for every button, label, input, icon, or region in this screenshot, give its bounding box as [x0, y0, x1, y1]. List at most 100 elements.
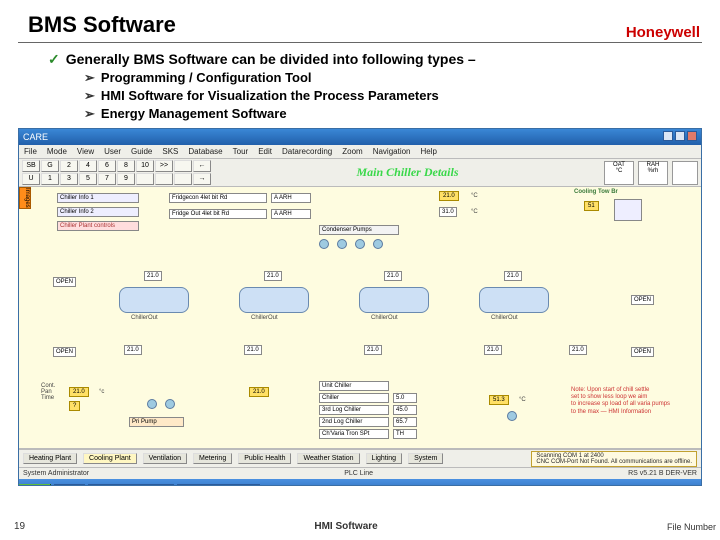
bullet-sub: ➢HMI Software for Visualization the Proc… — [48, 88, 720, 104]
menu-item[interactable]: Guide — [131, 147, 152, 156]
taskbar-item[interactable]: EBI WATS 9.0 - Conf... — [177, 484, 260, 487]
pri-pump-button[interactable]: Pri Pump — [129, 417, 184, 427]
ctrl-unit: °c — [99, 389, 104, 395]
nav-cell[interactable] — [174, 160, 192, 172]
nav-cell[interactable]: 10 — [136, 160, 154, 172]
window-titlebar: CARE — [19, 129, 701, 145]
page-number: 19 — [0, 521, 25, 532]
menu-item[interactable]: User — [104, 147, 121, 156]
temp-value: 21.0 — [264, 271, 282, 281]
windows-taskbar: start SETH Training_Module Of S... EBI W… — [19, 479, 701, 486]
start-button[interactable]: start — [19, 484, 51, 487]
mid-row: Ch'Varia Tron SPt — [319, 429, 389, 439]
menu-item[interactable]: Help — [421, 147, 437, 156]
nav-cell[interactable] — [155, 173, 173, 185]
chiller-info-2-button[interactable]: Chiller Info 2 — [57, 207, 139, 217]
bottom-tab[interactable]: Cooling Plant — [83, 453, 137, 464]
bottom-tab[interactable]: System — [408, 453, 443, 464]
brand-logo: Honeywell — [626, 24, 700, 41]
menu-item[interactable]: Zoom — [342, 147, 362, 156]
nav-cell[interactable]: 6 — [98, 160, 116, 172]
mid-row: 3rd Log Chiller — [319, 405, 389, 415]
menu-item[interactable]: Datarecording — [282, 147, 332, 156]
mid-header: Unit Chiller — [319, 381, 389, 391]
status-mid: PLC Line — [344, 470, 373, 477]
nav-cell[interactable]: 1 — [41, 173, 59, 185]
chiller-tank — [479, 287, 549, 313]
tank-label: ChillerOut — [131, 315, 158, 321]
arrow-icon: ➢ — [84, 106, 95, 121]
mid-val: 5.0 — [393, 393, 417, 403]
menu-item[interactable]: Mode — [47, 147, 67, 156]
oat-value: 21.0 — [439, 191, 459, 201]
gauge-oat: OAT°C — [604, 161, 634, 185]
nav-cell[interactable]: 3 — [60, 173, 78, 185]
open-label: OPEN — [53, 347, 76, 357]
mid-val: TH — [393, 429, 417, 439]
bottom-tab[interactable]: Lighting — [366, 453, 403, 464]
fridge-row: Fridgecon 4let bit Rd — [169, 193, 267, 203]
nav-cell[interactable]: SB — [22, 160, 40, 172]
nav-cell[interactable] — [174, 173, 192, 185]
temp-value: 21.0 — [244, 345, 262, 355]
images-side-tab[interactable]: Images — [19, 187, 31, 209]
nav-cell[interactable]: 2 — [60, 160, 78, 172]
system-tray[interactable]: 1:53 PM — [663, 485, 701, 487]
bullet-sub-text: HMI Software for Visualization the Proce… — [101, 88, 439, 103]
chiller-info-1-button[interactable]: Chiller Info 1 — [57, 193, 139, 203]
cooling-tower-value: 51 — [584, 201, 599, 211]
bullet-block: ✓Generally BMS Software can be divided i… — [0, 43, 720, 128]
pump-icon — [319, 239, 329, 249]
bottom-tab[interactable]: Public Health — [238, 453, 291, 464]
condenser-pumps-label: Condenser Pumps — [319, 225, 399, 235]
file-number-label: File Number — [667, 522, 720, 532]
menu-item[interactable]: Navigation — [373, 147, 411, 156]
nav-cell[interactable]: 4 — [79, 160, 97, 172]
nav-grid[interactable]: SBG246810>> ← U13579 → — [22, 160, 211, 185]
temp-value: 21.0 — [484, 345, 502, 355]
bottom-tab[interactable]: Metering — [193, 453, 232, 464]
open-label: OPEN — [631, 347, 654, 357]
bottom-tab[interactable]: Ventilation — [143, 453, 187, 464]
nav-cell[interactable]: U — [22, 173, 40, 185]
status-bar: System Administrator PLC Line RS v5.21 B… — [19, 467, 701, 479]
menu-item[interactable]: Database — [188, 147, 222, 156]
nav-cell[interactable] — [136, 173, 154, 185]
check-icon: ✓ — [48, 51, 60, 67]
nav-cell[interactable]: 5 — [79, 173, 97, 185]
menu-item[interactable]: View — [77, 147, 94, 156]
nav-cell[interactable]: 7 — [98, 173, 116, 185]
menu-item[interactable]: SKS — [162, 147, 178, 156]
temp-value: 21.0 — [384, 271, 402, 281]
nav-cell[interactable]: 9 — [117, 173, 135, 185]
menu-item[interactable]: File — [24, 147, 37, 156]
aux-icon[interactable] — [672, 161, 698, 185]
nav-cell[interactable]: >> — [155, 160, 173, 172]
pump-icon — [507, 411, 517, 421]
bullet-sub: ➢Programming / Configuration Tool — [48, 70, 720, 86]
pump-icon — [355, 239, 365, 249]
temp-value: 21.0 — [144, 271, 162, 281]
taskbar-item[interactable]: SETH — [54, 484, 85, 487]
right-unit: °C — [519, 397, 526, 403]
bottom-tab[interactable]: Heating Plant — [23, 453, 77, 464]
toolbar: SBG246810>>← U13579→ Main Chiller Detail… — [19, 159, 701, 187]
nav-cell[interactable]: 8 — [117, 160, 135, 172]
bottom-tab[interactable]: Weather Station — [297, 453, 359, 464]
temp-value: 21.0 — [504, 271, 522, 281]
nav-cell[interactable]: ← — [193, 160, 211, 172]
rah-value: 31.0 — [439, 207, 457, 217]
mid-val: 65.7 — [393, 417, 417, 427]
menubar[interactable]: File Mode View User Guide SKS Database T… — [19, 145, 701, 159]
nav-cell[interactable]: → — [193, 173, 211, 185]
window-buttons[interactable] — [661, 131, 697, 143]
slide-caption: HMI Software — [25, 521, 667, 532]
nav-cell[interactable]: G — [41, 160, 59, 172]
chiller-plant-controls-button[interactable]: Chiller Plant controls — [57, 221, 139, 231]
menu-item[interactable]: Tour — [233, 147, 249, 156]
status-left: System Administrator — [23, 470, 89, 477]
taskbar-item[interactable]: Training_Module Of S... — [88, 484, 174, 487]
mid-row: 2nd Log Chiller — [319, 417, 389, 427]
menu-item[interactable]: Edit — [258, 147, 272, 156]
oat-unit: °C — [471, 193, 478, 199]
